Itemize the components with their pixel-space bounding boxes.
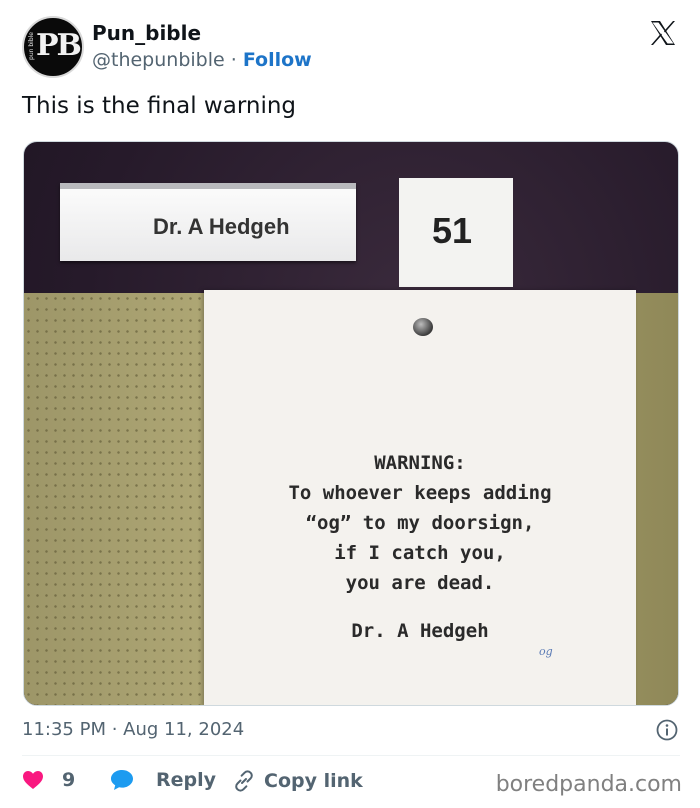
avatar-initials: PB <box>36 28 82 63</box>
watermark: boredpanda.com <box>495 772 682 797</box>
heart-icon <box>23 771 43 789</box>
divider <box>22 755 680 756</box>
nameplate-text: Dr. A Hedgeh <box>153 214 290 239</box>
author-handle[interactable]: @thepunbible <box>92 49 225 71</box>
separator-dot: · <box>230 49 237 71</box>
note-line: To whoever keeps adding <box>288 482 552 504</box>
tweet-header: pun bible PB Pun_bible @thepunbible · Fo… <box>22 16 682 80</box>
avatar[interactable]: pun bible PB <box>22 16 84 78</box>
info-icon[interactable] <box>656 719 678 741</box>
note-line: “og” to my doorsign, <box>305 512 535 534</box>
tweet-text: This is the final warning <box>22 93 297 119</box>
link-icon <box>235 770 253 792</box>
door-nameplate: Dr. A Hedgeh <box>60 183 356 261</box>
handle-row: @thepunbible · Follow <box>92 49 312 71</box>
like-count: 9 <box>62 769 76 791</box>
tweet-photo[interactable]: Dr. A Hedgeh 51 WARNING: To whoever keep… <box>23 141 679 706</box>
og-scribble: og <box>539 645 553 658</box>
note-line: WARNING: <box>374 452 466 474</box>
follow-link[interactable]: Follow <box>243 49 312 71</box>
x-logo-icon[interactable] <box>648 18 678 48</box>
reply-label: Reply <box>156 769 217 791</box>
copy-link-label: Copy link <box>264 770 363 792</box>
pushpin-icon <box>413 318 433 336</box>
copy-link-button[interactable]: Copy link <box>232 769 363 793</box>
tweet-timestamp[interactable]: 11:35 PM · Aug 11, 2024 <box>22 719 244 740</box>
room-number: 51 <box>432 210 473 251</box>
like-button[interactable]: 9 <box>22 769 75 791</box>
door-texture <box>24 293 224 705</box>
reply-bubble-icon <box>111 770 133 790</box>
note-text: WARNING: To whoever keeps adding “og” to… <box>204 448 636 646</box>
note-signature: Dr. A Hedgeh <box>351 620 489 642</box>
note-line: you are dead. <box>345 572 495 594</box>
note-line: if I catch you, <box>334 542 506 564</box>
author-name[interactable]: Pun_bible <box>92 21 201 45</box>
reply-button[interactable]: Reply <box>110 769 216 791</box>
room-number-plate: 51 <box>399 178 513 287</box>
avatar-side-text: pun bible <box>28 32 35 60</box>
